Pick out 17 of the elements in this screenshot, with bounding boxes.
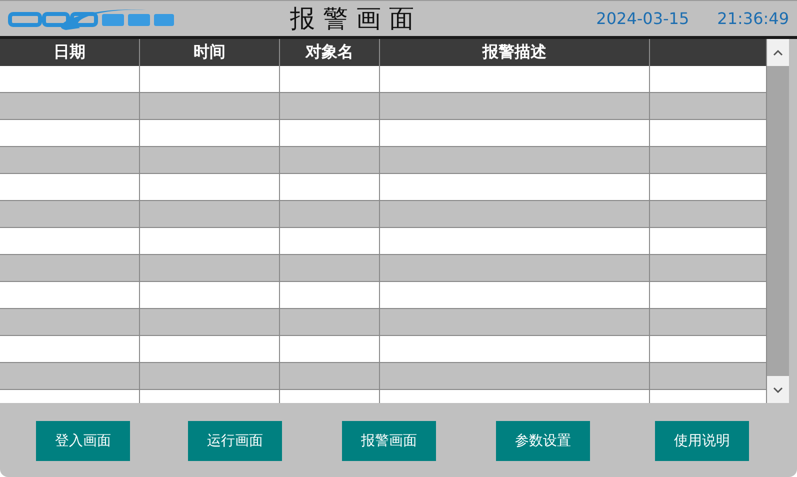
column-header: 时间 xyxy=(140,39,280,66)
scroll-up-button[interactable] xyxy=(767,39,789,66)
nav-button[interactable]: 报警画面 xyxy=(342,421,436,461)
scroll-down-button[interactable] xyxy=(767,376,789,403)
time-text: 21:36:49 xyxy=(717,9,789,28)
chevron-down-icon xyxy=(773,386,783,392)
scrollbar[interactable] xyxy=(767,39,789,403)
nav-button[interactable]: 参数设置 xyxy=(496,421,590,461)
screen-title: 报 警 画 面 xyxy=(289,3,415,35)
nav-button[interactable]: 使用说明 xyxy=(655,421,749,461)
column-header: 报警描述 xyxy=(380,39,650,66)
nav-button[interactable]: 运行画面 xyxy=(188,421,282,461)
date-text: 2024-03-15 xyxy=(596,9,690,28)
chevron-up-icon xyxy=(773,50,783,56)
column-header: 对象名 xyxy=(280,39,380,66)
nav-button[interactable]: 登入画面 xyxy=(36,421,130,461)
column-header: 日期 xyxy=(0,39,140,66)
